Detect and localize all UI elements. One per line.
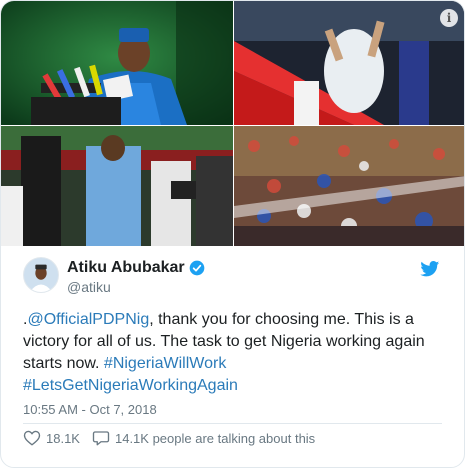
photo-stadium-stands[interactable] — [234, 126, 464, 246]
hashtag-link[interactable]: #LetsGetNigeriaWorkingAgain — [23, 377, 238, 394]
photo-stadium-crowd[interactable] — [1, 126, 233, 246]
photo-waving-crowd[interactable]: i — [234, 1, 464, 125]
mention-link[interactable]: @OfficialPDPNig — [27, 311, 149, 328]
tweet-embed-card: i Atiku Abubakar @atiku .@OfficialPDPNig… — [0, 0, 465, 468]
media-grid[interactable]: i — [1, 1, 464, 246]
user-handle[interactable]: @atiku — [67, 279, 111, 295]
tweet-text: .@OfficialPDPNig, thank you for choosing… — [23, 309, 443, 397]
info-icon[interactable]: i — [440, 9, 458, 27]
heart-icon[interactable] — [23, 429, 41, 447]
hashtag-link[interactable]: #NigeriaWillWork — [104, 355, 226, 372]
verified-badge-icon — [189, 260, 204, 276]
tweet-timestamp[interactable]: 10:55 AM - Oct 7, 2018 — [23, 402, 157, 417]
divider — [23, 423, 442, 424]
avatar[interactable] — [23, 257, 59, 293]
photo-podium-speech[interactable] — [1, 1, 233, 125]
display-name[interactable]: Atiku Abubakar — [67, 259, 185, 277]
like-count[interactable]: 18.1K — [46, 431, 80, 446]
conversation-count[interactable]: 14.1K people are talking about this — [115, 431, 315, 446]
tweet-author: Atiku Abubakar @atiku — [23, 257, 442, 297]
twitter-bird-icon[interactable] — [420, 261, 440, 277]
speech-bubble-icon[interactable] — [92, 429, 110, 447]
tweet-actions: 18.1K 14.1K people are talking about thi… — [23, 428, 315, 448]
name-row[interactable]: Atiku Abubakar — [67, 259, 205, 277]
